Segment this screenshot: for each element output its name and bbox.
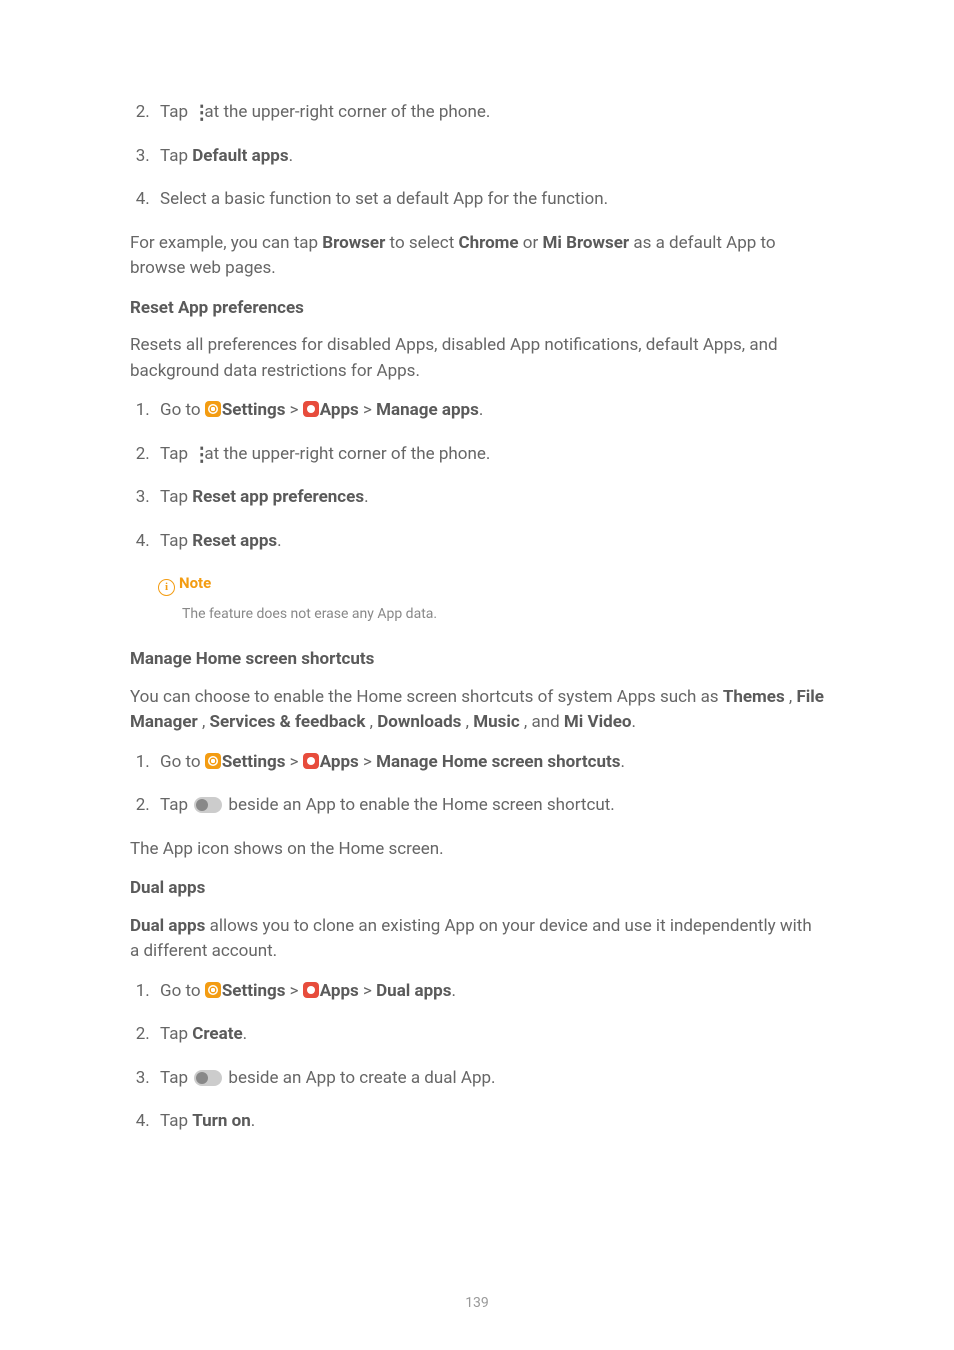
steps-list-reset: Go to Settings > Apps > Manage apps. Tap… (130, 398, 824, 554)
heading-reset-app-preferences: Reset App preferences (130, 296, 824, 322)
intro-paragraph: Dual apps allows you to clone an existin… (130, 914, 824, 965)
intro-paragraph: Resets all preferences for disabled Apps… (130, 333, 824, 384)
step-item: Tap beside an App to create a dual App. (154, 1066, 824, 1092)
note-box: iNote The feature does not erase any App… (158, 572, 824, 625)
page-number: 139 (0, 1293, 954, 1314)
bold-label: Create (192, 1024, 242, 1044)
steps-list-dual-apps: Go to Settings > Apps > Dual apps. Tap C… (130, 979, 824, 1135)
step-item: Tap Default apps. (154, 144, 824, 170)
step-item: Go to Settings > Apps > Manage apps. (154, 398, 824, 424)
step-text: Tap (160, 146, 192, 166)
bold-label: Manage Home screen shortcuts (376, 752, 620, 772)
bold-label: Chrome (458, 233, 518, 253)
step-text: at the upper-right corner of the phone. (200, 102, 490, 122)
steps-list-continued: Tap at the upper-right corner of the pho… (130, 100, 824, 213)
bold-label: Manage apps (376, 400, 479, 420)
step-item: Tap Turn on. (154, 1109, 824, 1135)
bold-label: Apps (320, 752, 359, 772)
note-title: iNote (158, 572, 824, 596)
example-paragraph: For example, you can tap Browser to sele… (130, 231, 824, 282)
bold-label: Mi Browser (542, 233, 629, 253)
intro-paragraph: You can choose to enable the Home screen… (130, 685, 824, 736)
settings-icon (205, 982, 221, 998)
bold-label: Settings (222, 981, 286, 1001)
bold-label: Downloads (377, 712, 461, 732)
note-body: The feature does not erase any App data. (182, 604, 824, 625)
step-item: Select a basic function to set a default… (154, 187, 824, 213)
bold-label: Services & feedback (210, 712, 366, 732)
bold-label: Settings (222, 400, 286, 420)
bold-label: Music (473, 712, 520, 732)
step-item: Tap Reset app preferences. (154, 485, 824, 511)
step-item: Tap at the upper-right corner of the pho… (154, 442, 824, 468)
bold-label: Themes (723, 687, 785, 707)
step-text: . (289, 146, 293, 166)
settings-icon (205, 753, 221, 769)
heading-dual-apps: Dual apps (130, 876, 824, 902)
bold-label: Turn on (192, 1111, 251, 1131)
bold-label: Mi Video (564, 712, 632, 732)
step-item: Tap Create. (154, 1022, 824, 1048)
outro-paragraph: The App icon shows on the Home screen. (130, 837, 824, 863)
toggle-icon (194, 797, 222, 813)
bold-label: Apps (320, 981, 359, 1001)
bold-label: Reset apps (192, 531, 277, 551)
step-item: Go to Settings > Apps > Dual apps. (154, 979, 824, 1005)
apps-icon (303, 753, 319, 769)
bold-label: Browser (322, 233, 385, 253)
bold-label: Default apps (192, 146, 288, 166)
step-text: Select a basic function to set a default… (160, 189, 608, 209)
bold-label: Apps (320, 400, 359, 420)
toggle-icon (194, 1070, 222, 1086)
step-item: Go to Settings > Apps > Manage Home scre… (154, 750, 824, 776)
step-item: Tap at the upper-right corner of the pho… (154, 100, 824, 126)
bold-label: Reset app preferences (192, 487, 364, 507)
bold-label: Settings (222, 752, 286, 772)
steps-list-shortcuts: Go to Settings > Apps > Manage Home scre… (130, 750, 824, 819)
step-text: Tap (160, 102, 192, 122)
heading-manage-shortcuts: Manage Home screen shortcuts (130, 647, 824, 673)
bold-label: Dual apps (130, 916, 205, 936)
apps-icon (303, 982, 319, 998)
step-item: Tap beside an App to enable the Home scr… (154, 793, 824, 819)
settings-icon (205, 401, 221, 417)
apps-icon (303, 401, 319, 417)
info-icon: i (158, 579, 175, 596)
bold-label: Dual apps (376, 981, 451, 1001)
step-item: Tap Reset apps. (154, 529, 824, 555)
